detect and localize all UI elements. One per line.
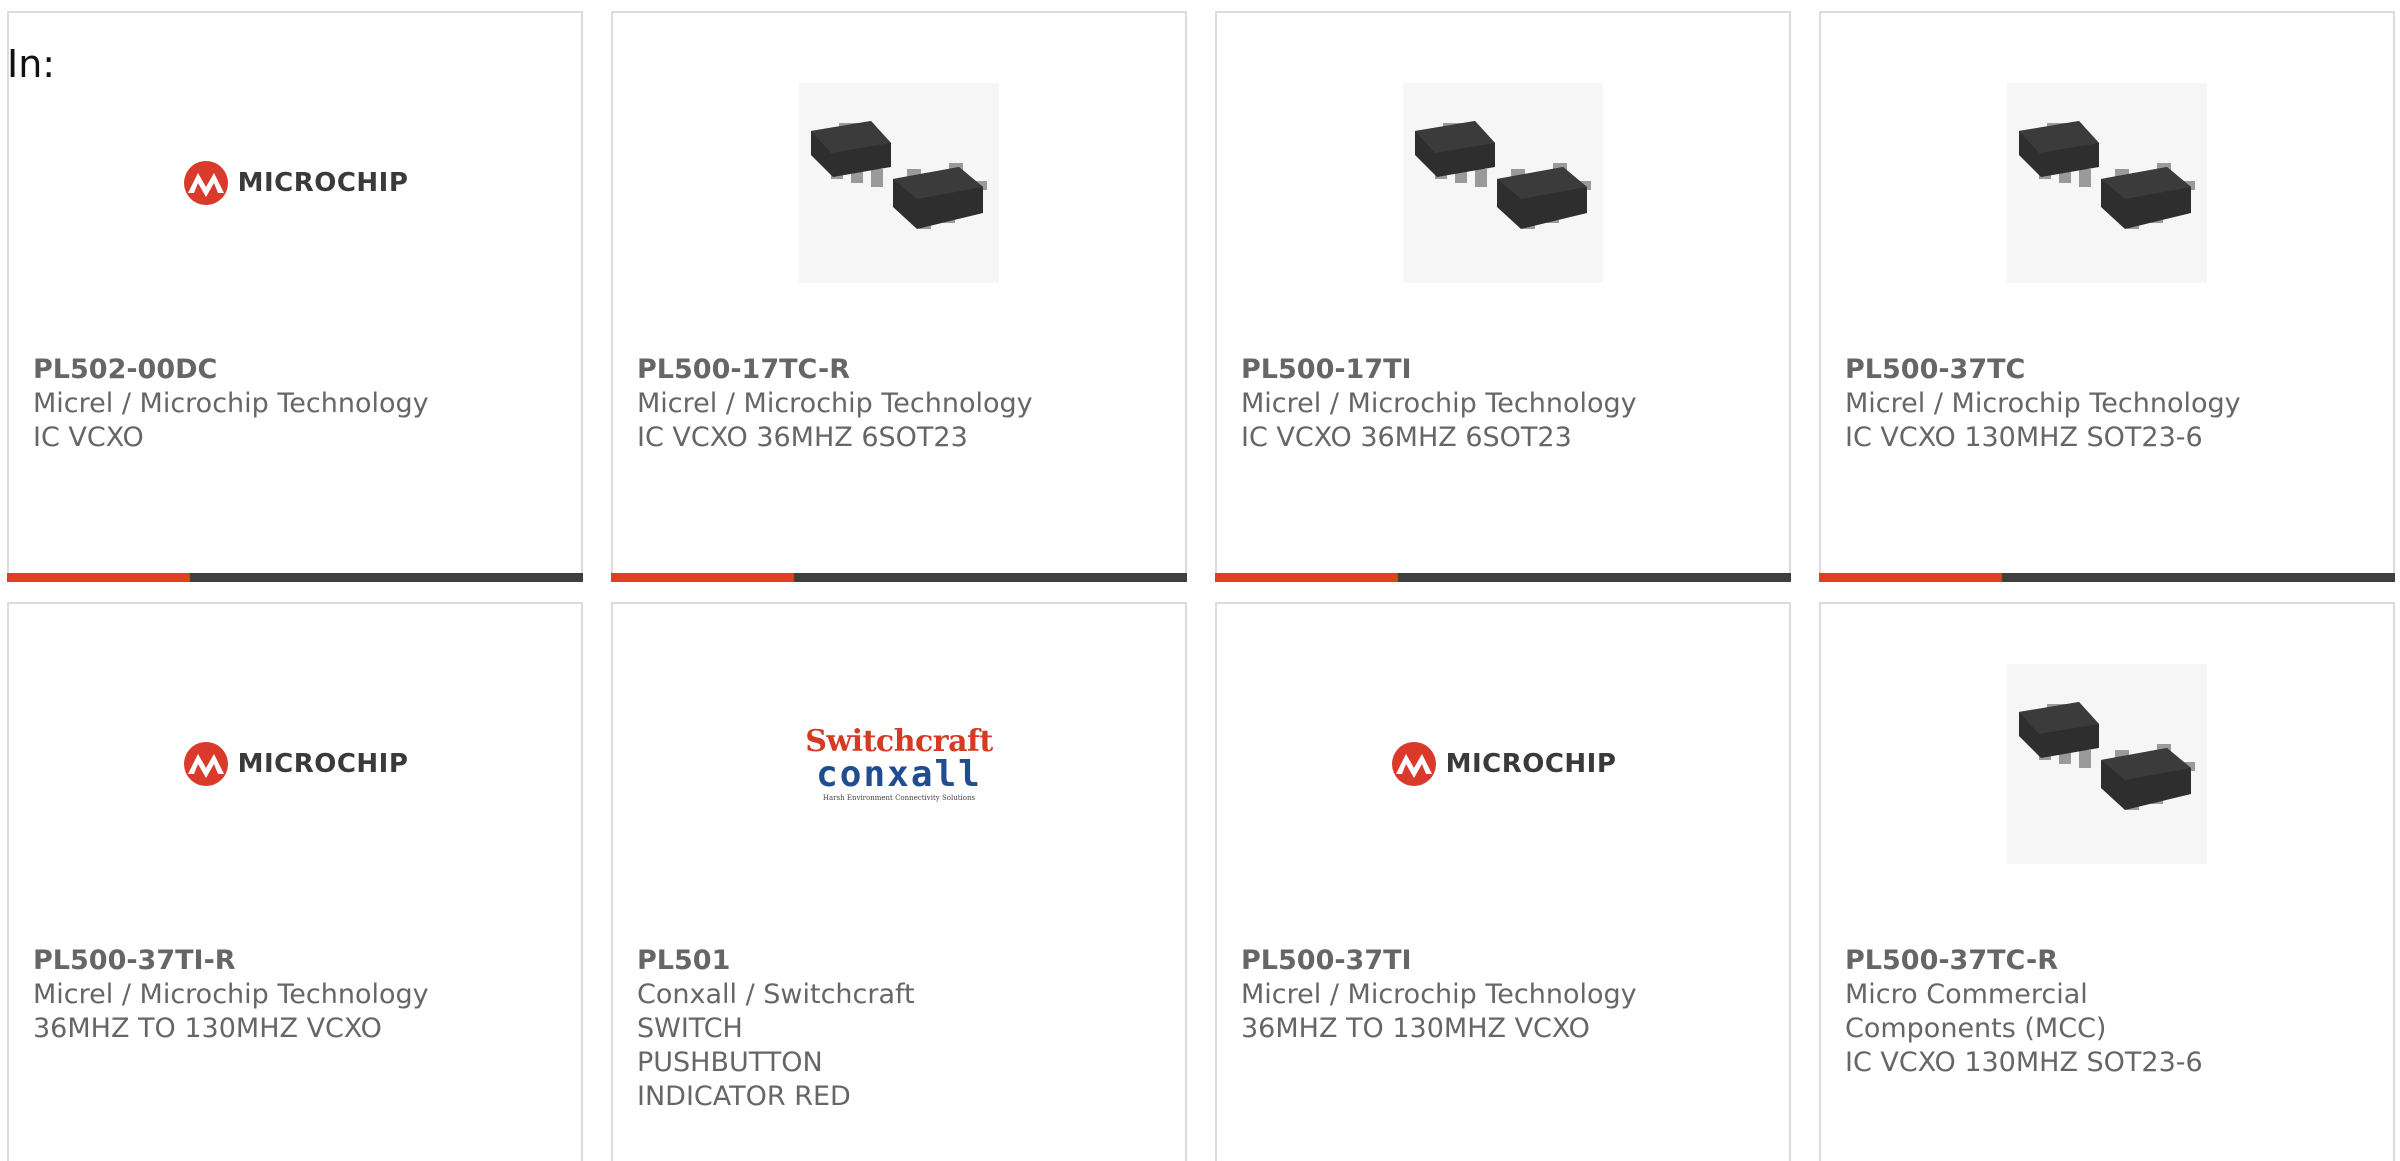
product-photo xyxy=(1821,73,2393,293)
product-card[interactable]: MICROCHIP PL502-00DC Micrel / Microchip … xyxy=(7,11,583,582)
manufacturer-name: Micrel / Microchip Technology xyxy=(637,388,1033,419)
manufacturer-logo: Switchcraft conxall Harsh Environment Co… xyxy=(613,654,1185,874)
part-number[interactable]: PL500-17TI xyxy=(1241,353,1765,387)
product-description: 36MHZ TO 130MHZ VCXO xyxy=(33,1013,382,1044)
conxall-wordmark: conxall xyxy=(816,753,982,795)
sot23-chip-icon xyxy=(2007,83,2207,283)
part-number[interactable]: PL500-37TC-R xyxy=(1845,944,2369,978)
sot23-chip-icon xyxy=(2007,664,2207,864)
product-grid-page: In: MICROCHIP PL502-00DC Micrel / Microc… xyxy=(0,0,2400,1161)
microchip-mark-icon xyxy=(183,161,228,205)
manufacturer-logo: MICROCHIP xyxy=(9,73,581,293)
product-card[interactable]: MICROCHIP PL500-37TI Micrel / Microchip … xyxy=(1215,602,1791,1161)
logo-tagline: Harsh Environment Connectivity Solutions xyxy=(822,793,976,802)
microchip-wordmark: MICROCHIP xyxy=(1445,749,1617,779)
manufacturer-name: Micrel / Microchip Technology xyxy=(33,979,429,1010)
manufacturer-name: Micrel / Microchip Technology xyxy=(1241,979,1637,1010)
card-accent-bar xyxy=(611,573,1187,582)
manufacturer-name: Micrel / Microchip Technology xyxy=(1845,388,2241,419)
product-description: SWITCH PUSHBUTTON INDICATOR RED xyxy=(637,1013,851,1112)
manufacturer-logo: MICROCHIP xyxy=(1217,654,1789,874)
card-accent-bar xyxy=(1819,573,2395,582)
microchip-wordmark: MICROCHIP xyxy=(237,749,409,779)
sot23-chip-icon xyxy=(1403,83,1603,283)
product-card[interactable]: Switchcraft conxall Harsh Environment Co… xyxy=(611,602,1187,1161)
product-description: IC VCXO 36MHZ 6SOT23 xyxy=(1241,422,1572,453)
manufacturer-logo: MICROCHIP xyxy=(9,654,581,874)
part-number[interactable]: PL501 xyxy=(637,944,1161,978)
in-label: In: xyxy=(7,42,56,86)
product-photo xyxy=(613,73,1185,293)
part-number[interactable]: PL500-17TC-R xyxy=(637,353,1161,387)
product-photo xyxy=(1217,73,1789,293)
manufacturer-name: Micrel / Microchip Technology xyxy=(33,388,429,419)
switchcraft-wordmark: Switchcraft xyxy=(805,723,993,759)
part-number[interactable]: PL500-37TC xyxy=(1845,353,2369,387)
microchip-mark-icon xyxy=(1391,742,1436,786)
microchip-wordmark: MICROCHIP xyxy=(237,168,409,198)
card-accent-bar xyxy=(1215,573,1791,582)
manufacturer-name: Micrel / Microchip Technology xyxy=(1241,388,1637,419)
product-card[interactable]: PL500-37TC-R Micro Commercial Components… xyxy=(1819,602,2395,1161)
product-description: IC VCXO 130MHZ SOT23-6 xyxy=(1845,422,2203,453)
product-description: IC VCXO 130MHZ SOT23-6 xyxy=(1845,1047,2203,1078)
product-card[interactable]: PL500-17TI Micrel / Microchip Technology… xyxy=(1215,11,1791,582)
product-card[interactable]: PL500-17TC-R Micrel / Microchip Technolo… xyxy=(611,11,1187,582)
product-description: 36MHZ TO 130MHZ VCXO xyxy=(1241,1013,1590,1044)
product-card[interactable]: MICROCHIP PL500-37TI-R Micrel / Microchi… xyxy=(7,602,583,1161)
part-number[interactable]: PL500-37TI-R xyxy=(33,944,557,978)
part-number[interactable]: PL502-00DC xyxy=(33,353,557,387)
sot23-chip-icon xyxy=(799,83,999,283)
product-description: IC VCXO 36MHZ 6SOT23 xyxy=(637,422,968,453)
manufacturer-name: Conxall / Switchcraft xyxy=(637,979,915,1010)
microchip-mark-icon xyxy=(183,742,228,786)
part-number[interactable]: PL500-37TI xyxy=(1241,944,1765,978)
product-photo xyxy=(1821,654,2393,874)
manufacturer-name: Micro Commercial Components (MCC) xyxy=(1845,979,2107,1044)
product-card[interactable]: PL500-37TC Micrel / Microchip Technology… xyxy=(1819,11,2395,582)
product-description: IC VCXO xyxy=(33,422,144,453)
card-accent-bar xyxy=(7,573,583,582)
